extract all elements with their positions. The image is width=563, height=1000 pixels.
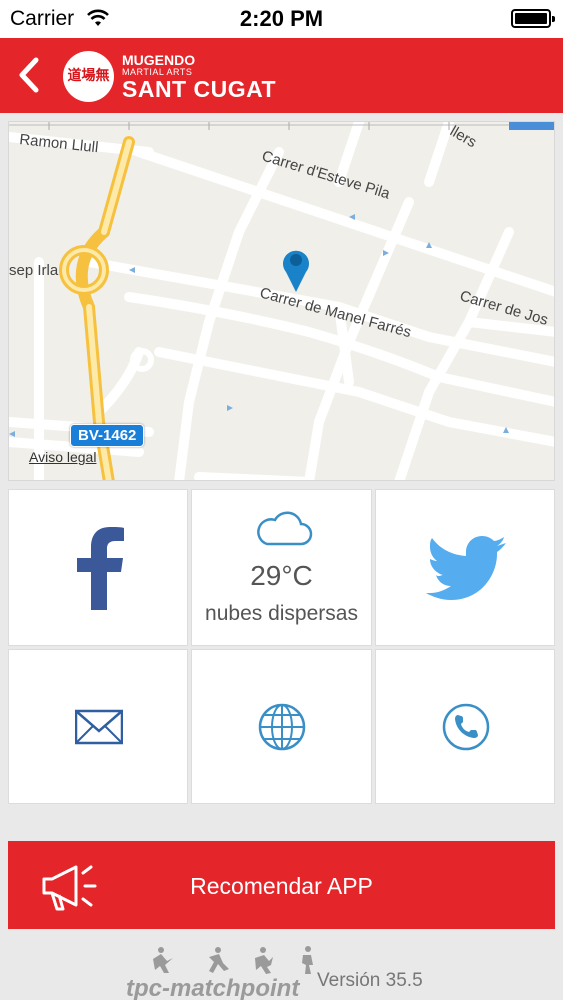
twitter-icon [426, 536, 506, 600]
tpc-matchpoint-wordmark: tpc-matchpoint [126, 975, 300, 1000]
recommend-app-button[interactable]: Recomendar APP [8, 841, 555, 929]
svg-text:sep Irla: sep Irla [9, 262, 59, 279]
brand-line-3: SANT CUGAT [122, 76, 277, 102]
facebook-icon [77, 527, 124, 610]
status-bar: Carrier 2:20 PM [0, 0, 563, 38]
navigation-bar: 道場無 MUGENDO MARTIAL ARTS SANT CUGAT [0, 38, 563, 113]
back-button[interactable] [10, 52, 50, 98]
email-tile[interactable] [8, 649, 188, 804]
clock: 2:20 PM [239, 6, 324, 31]
brand-line-1: MUGENDO [122, 52, 196, 68]
recommend-app-label: Recomendar APP [190, 873, 373, 899]
location-map[interactable]: Ramon Llull Carrer d'Esteve Pila Carrer … [8, 121, 555, 481]
club-name: MUGENDO MARTIAL ARTS SANT CUGAT [122, 53, 276, 102]
battery-icon [511, 9, 555, 28]
globe-icon [258, 703, 306, 751]
weather-tile: 29°C nubes dispersas [191, 489, 372, 646]
facebook-tile[interactable] [8, 489, 188, 646]
club-logo: 道場無 [63, 51, 114, 102]
website-tile[interactable] [191, 649, 372, 804]
app-version: Versión 35.5 [317, 970, 423, 991]
weather-condition: nubes dispersas [205, 602, 358, 625]
envelope-icon [75, 709, 123, 745]
tpc-matchpoint-logo: tpc-matchpoint [126, 945, 326, 1000]
temperature-value: 29°C [250, 560, 313, 591]
phone-icon [442, 703, 490, 751]
legal-notice-link[interactable]: Aviso legal [29, 449, 96, 465]
twitter-tile[interactable] [375, 489, 555, 646]
location-pin-icon[interactable] [281, 246, 311, 294]
phone-tile[interactable] [375, 649, 555, 804]
athletes-icon [153, 946, 313, 974]
road-number-badge: BV-1462 [70, 424, 145, 447]
cloud-icon [257, 511, 313, 546]
